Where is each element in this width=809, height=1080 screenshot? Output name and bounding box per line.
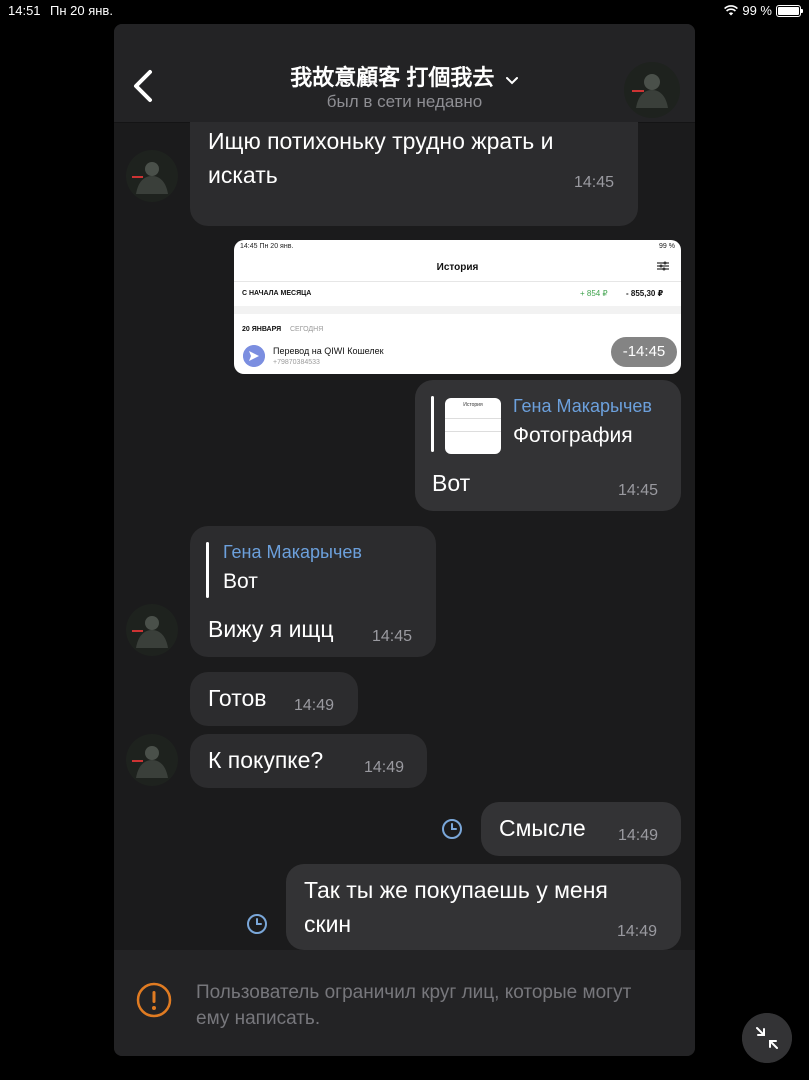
chevron-down-icon bbox=[505, 76, 518, 85]
message-text: К покупке? bbox=[208, 747, 324, 773]
battery-percent: 99 % bbox=[742, 3, 772, 18]
image-tx-phone: +79870384533 bbox=[273, 359, 320, 366]
message-bubble[interactable]: Гена Макарычев Вот Вижу я ищц 14:45 bbox=[190, 526, 436, 657]
reply-text: Фотография bbox=[513, 424, 633, 447]
chat-title-button[interactable]: 我故意顧客 打個我去 bbox=[114, 60, 695, 92]
image-time-badge: -14:45 bbox=[611, 337, 677, 367]
reply-thumbnail: История bbox=[445, 398, 501, 454]
message-text: Вижу я ищц bbox=[208, 616, 334, 642]
image-tx-name: Перевод на QIWI Кошелек bbox=[273, 346, 384, 356]
avatar[interactable] bbox=[126, 150, 178, 202]
message-bubble[interactable]: История Гена Макарычев Фотография Вот 14… bbox=[415, 380, 681, 511]
message-time: 14:45 bbox=[618, 482, 659, 499]
message-text: Вот bbox=[432, 470, 471, 496]
reply-author: Гена Макарычев bbox=[513, 396, 652, 416]
status-time: 14:51 bbox=[8, 3, 41, 18]
message-bubble[interactable]: Так ты же покупаешь у меня скин 14:49 bbox=[286, 864, 681, 950]
collapse-button[interactable] bbox=[742, 1013, 792, 1063]
message-bubble[interactable]: Смысле 14:49 bbox=[481, 802, 681, 856]
reply-text: Вот bbox=[223, 570, 258, 593]
chat-title: 我故意顧客 打個我去 bbox=[290, 65, 495, 90]
message-time: 14:49 bbox=[618, 827, 659, 844]
wifi-icon bbox=[724, 5, 739, 16]
image-today-label: СЕГОДНЯ bbox=[290, 326, 324, 333]
message-text: искать bbox=[208, 162, 278, 188]
message-text: Готов bbox=[208, 685, 267, 711]
message-bubble[interactable]: К покупке? 14:49 bbox=[190, 734, 427, 788]
restriction-notice: Пользователь ограничил круг лиц, которые… bbox=[114, 950, 695, 1056]
image-title: История bbox=[436, 262, 479, 273]
message-text: скин bbox=[304, 911, 352, 937]
avatar[interactable] bbox=[126, 604, 178, 656]
message-time: 14:49 bbox=[364, 759, 405, 776]
status-date: Пн 20 янв. bbox=[50, 3, 113, 18]
image-status-time: 14:45 Пн 20 янв. bbox=[240, 243, 294, 250]
warning-icon bbox=[136, 982, 172, 1018]
message-time: 14:49 bbox=[294, 697, 335, 714]
message-time: 14:45 bbox=[372, 628, 413, 645]
clock-icon bbox=[442, 819, 462, 839]
clock-icon bbox=[247, 914, 267, 934]
avatar[interactable] bbox=[126, 734, 178, 786]
message-text: Смысле bbox=[499, 815, 586, 841]
message-list[interactable]: Ищю потихоньку трудно жрать и искать 14:… bbox=[114, 122, 695, 950]
chat-status: был в сети недавно bbox=[326, 92, 483, 111]
image-message[interactable]: 14:45 Пн 20 янв. 99 % История С НАЧАЛА М… bbox=[234, 240, 681, 374]
restriction-text: Пользователь ограничил круг лиц, которые… bbox=[196, 982, 632, 1029]
message-text: Ищю потихоньку трудно жрать и bbox=[208, 128, 554, 154]
message-bubble[interactable]: Ищю потихоньку трудно жрать и искать 14:… bbox=[190, 122, 638, 226]
image-date-label: 20 ЯНВАРЯ bbox=[242, 326, 282, 333]
message-time: 14:49 bbox=[617, 923, 658, 940]
message-time: 14:45 bbox=[574, 174, 615, 191]
qiwi-transfer-icon bbox=[243, 345, 265, 367]
status-bar: 14:51 Пн 20 янв. 99 % bbox=[0, 0, 809, 22]
avatar[interactable] bbox=[624, 62, 680, 118]
battery-icon bbox=[776, 4, 803, 17]
message-bubble[interactable]: Готов 14:49 bbox=[190, 672, 358, 726]
reply-author: Гена Макарычев bbox=[223, 542, 362, 562]
image-expense: - 855,30 ₽ bbox=[626, 289, 664, 298]
filter-icon bbox=[657, 261, 669, 271]
image-income: + 854 ₽ bbox=[580, 289, 608, 298]
image-status-battery: 99 % bbox=[659, 243, 675, 250]
image-month-label: С НАЧАЛА МЕСЯЦА bbox=[242, 290, 312, 297]
chat-window: 我故意顧客 打個我去 был в сети недавно Ищю потихо… bbox=[114, 24, 695, 1056]
chat-header: 我故意顧客 打個我去 был в сети недавно bbox=[114, 24, 695, 123]
message-text: Так ты же покупаешь у меня bbox=[304, 877, 608, 903]
